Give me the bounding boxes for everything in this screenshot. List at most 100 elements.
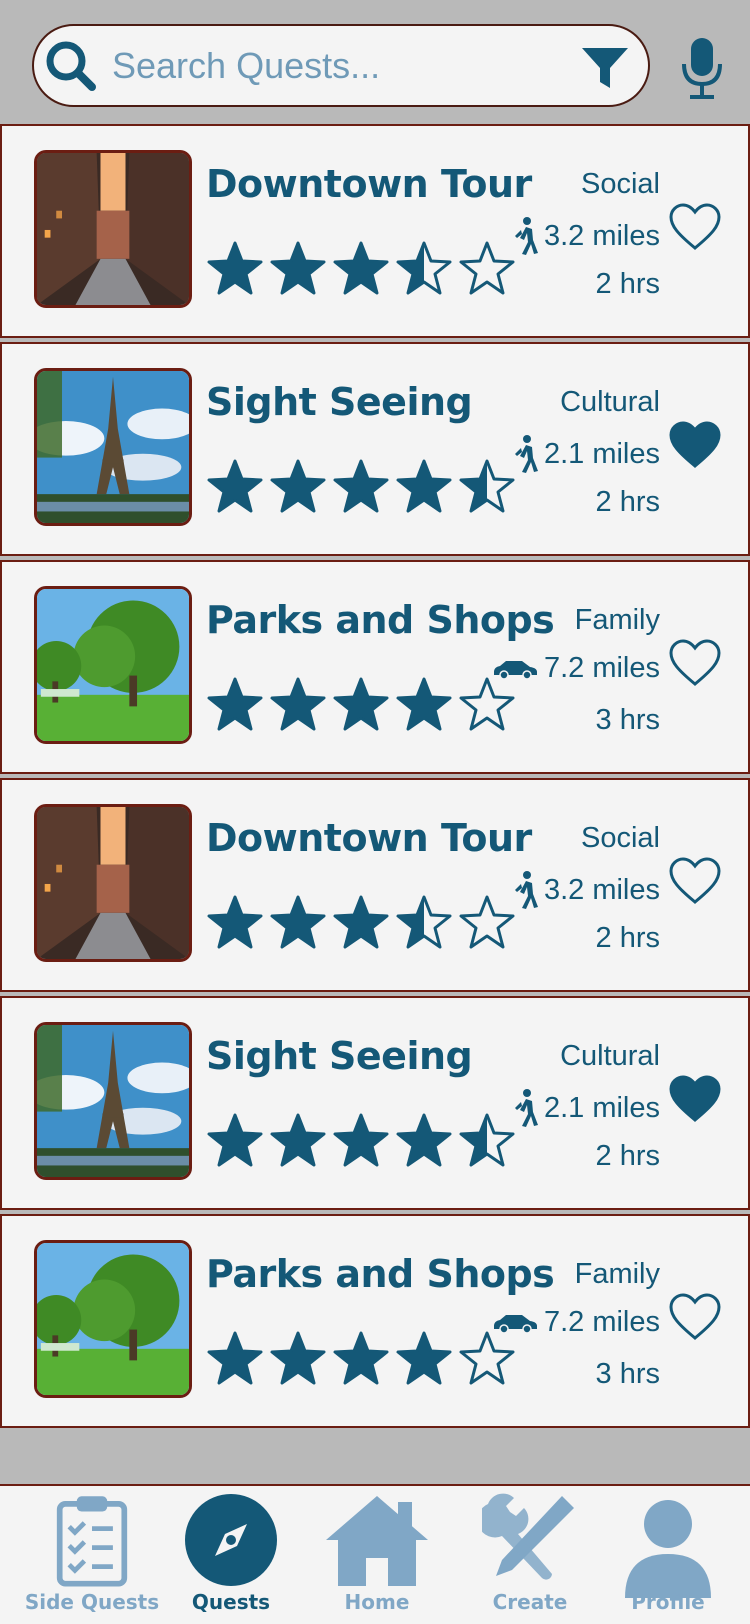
full-star-icon: [333, 895, 389, 949]
full-star-icon: [270, 1331, 326, 1385]
full-star-icon: [207, 1113, 263, 1167]
quest-rating: [206, 1330, 516, 1390]
quest-rating: [206, 458, 516, 518]
quest-card[interactable]: Parks and Shops Family 7.2 miles 3 hrs: [0, 560, 750, 774]
full-star-icon: [207, 459, 263, 513]
quest-distance-text: 7.2 miles: [543, 1306, 660, 1338]
search-input[interactable]: [112, 36, 582, 96]
quest-title: Downtown Tour: [206, 816, 532, 860]
full-star-icon: [207, 1331, 263, 1385]
quest-duration: 3 hrs: [595, 1358, 660, 1390]
tools-icon: [482, 1493, 574, 1580]
walk-icon: [512, 1088, 538, 1128]
nav-label: Profile: [631, 1590, 705, 1614]
quest-distance: 7.2 miles: [492, 652, 660, 685]
walk-icon: [512, 434, 538, 474]
nav-profile[interactable]: Profile: [612, 1486, 724, 1624]
quest-card[interactable]: Sight Seeing Cultural 2.1 miles 2 hrs: [0, 342, 750, 556]
full-star-icon: [333, 677, 389, 731]
search-bar[interactable]: [32, 24, 650, 107]
quest-duration: 3 hrs: [595, 704, 660, 736]
filter-icon[interactable]: [580, 44, 630, 92]
quest-thumbnail: [34, 586, 192, 744]
quest-distance-text: 3.2 miles: [543, 219, 660, 252]
clipboard-checklist-icon: [56, 1496, 128, 1587]
quest-category: Family: [574, 1258, 660, 1290]
quest-distance: 2.1 miles: [512, 1088, 660, 1128]
quest-distance-text: 7.2 miles: [543, 652, 660, 684]
heart-outline-icon[interactable]: [668, 1292, 722, 1342]
full-star-icon: [396, 459, 452, 513]
heart-outline-icon[interactable]: [668, 638, 722, 688]
quest-title: Parks and Shops: [206, 598, 555, 642]
quest-category: Cultural: [560, 1040, 660, 1072]
quest-thumbnail: [34, 150, 192, 308]
quest-thumbnail: [34, 1022, 192, 1180]
quest-title: Downtown Tour: [206, 162, 532, 206]
quest-category: Family: [574, 604, 660, 636]
full-star-icon: [270, 241, 326, 295]
full-star-icon: [333, 1113, 389, 1167]
full-star-icon: [396, 677, 452, 731]
nav-label: Create: [492, 1590, 568, 1614]
full-star-icon: [396, 1113, 452, 1167]
empty-star-icon: [459, 241, 515, 295]
heart-filled-icon[interactable]: [668, 1074, 722, 1124]
quest-distance-text: 2.1 miles: [543, 1091, 660, 1124]
full-star-icon: [207, 895, 263, 949]
walk-icon: [512, 870, 538, 910]
nav-label: Home: [344, 1590, 410, 1614]
quest-duration: 2 hrs: [595, 1140, 660, 1172]
nav-quests[interactable]: Quests: [176, 1486, 286, 1624]
microphone-icon[interactable]: [680, 36, 724, 100]
quest-card[interactable]: Downtown Tour Social 3.2 miles 2 hrs: [0, 124, 750, 338]
full-star-icon: [270, 1113, 326, 1167]
half-star-icon: [396, 241, 452, 295]
quest-card[interactable]: Downtown Tour Social 3.2 miles 2 hrs: [0, 778, 750, 992]
nav-label: Side Quests: [24, 1590, 160, 1614]
empty-star-icon: [459, 895, 515, 949]
quest-category: Social: [581, 168, 660, 200]
heart-outline-icon[interactable]: [668, 202, 722, 252]
quest-card[interactable]: Parks and Shops Family 7.2 miles 3 hrs: [0, 1214, 750, 1428]
quest-rating: [206, 240, 516, 300]
car-icon: [492, 1312, 538, 1334]
quest-thumbnail: [34, 804, 192, 962]
full-star-icon: [207, 677, 263, 731]
half-star-icon: [459, 1113, 515, 1167]
nav-home[interactable]: Home: [318, 1486, 436, 1624]
search-icon[interactable]: [42, 37, 100, 95]
nav-label: Quests: [191, 1590, 271, 1614]
quest-category: Social: [581, 822, 660, 854]
car-icon: [492, 658, 538, 680]
top-bar: [0, 0, 750, 124]
heart-outline-icon[interactable]: [668, 856, 722, 906]
bottom-navigation: Side Quests Quests Home Create Profile: [0, 1484, 750, 1624]
full-star-icon: [270, 895, 326, 949]
full-star-icon: [333, 1331, 389, 1385]
full-star-icon: [333, 459, 389, 513]
full-star-icon: [207, 241, 263, 295]
nav-create[interactable]: Create: [472, 1486, 588, 1624]
quest-distance: 3.2 miles: [512, 216, 660, 256]
quest-title: Sight Seeing: [206, 1034, 473, 1078]
half-star-icon: [396, 895, 452, 949]
quest-duration: 2 hrs: [595, 486, 660, 518]
walk-icon: [512, 216, 538, 256]
half-star-icon: [459, 459, 515, 513]
compass-icon: [185, 1494, 277, 1586]
quest-thumbnail: [34, 1240, 192, 1398]
user-icon: [625, 1500, 711, 1598]
quest-category: Cultural: [560, 386, 660, 418]
quest-card[interactable]: Sight Seeing Cultural 2.1 miles 2 hrs: [0, 996, 750, 1210]
quest-title: Sight Seeing: [206, 380, 473, 424]
full-star-icon: [270, 677, 326, 731]
heart-filled-icon[interactable]: [668, 420, 722, 470]
nav-side-quests[interactable]: Side Quests: [22, 1486, 162, 1624]
full-star-icon: [396, 1331, 452, 1385]
quest-title: Parks and Shops: [206, 1252, 555, 1296]
quest-distance-text: 3.2 miles: [543, 873, 660, 906]
full-star-icon: [270, 459, 326, 513]
quest-distance: 2.1 miles: [512, 434, 660, 474]
home-icon: [326, 1496, 428, 1586]
